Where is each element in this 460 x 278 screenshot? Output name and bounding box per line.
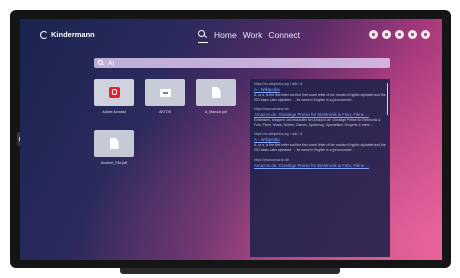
file-thumb	[94, 79, 134, 106]
file-thumb	[196, 79, 236, 106]
settings-icon[interactable]	[421, 30, 430, 39]
acrobat-icon	[108, 87, 120, 98]
document-icon	[211, 87, 221, 98]
result-title[interactable]: Amazon.de: Günstige Preise für Elektroni…	[254, 112, 386, 117]
result-item[interactable]: https://www.amazon.de Amazon.de: Günstig…	[250, 107, 390, 127]
tab-home[interactable]: Home	[214, 30, 237, 40]
file-thumb	[145, 79, 185, 106]
status-icons	[369, 30, 430, 39]
info-icon[interactable]	[395, 30, 404, 39]
result-url: https://www.amazon.de	[254, 157, 290, 162]
app-icon	[159, 88, 171, 97]
result-url: https://en.wikipedia.org › wiki › A	[254, 132, 303, 137]
main-nav: Home Work Connect	[198, 30, 300, 44]
display-stand	[120, 268, 340, 274]
kindermann-logo-icon	[40, 30, 48, 39]
result-item[interactable]: https://en.wikipedia.org › wiki › A A - …	[250, 132, 390, 152]
result-snippet: Entdecken, shoppen und einkaufen bei Ama…	[254, 118, 381, 127]
result-snippet: A, or a, is the first letter and the fir…	[254, 93, 386, 102]
brand-name: Kindermann	[51, 30, 95, 39]
search-icon[interactable]	[198, 30, 208, 44]
result-snippet: A, or a, is the first letter and the fir…	[254, 143, 386, 152]
file-label: Another_File.pdf	[100, 161, 128, 165]
screen: Kindermann Home Work Connect A| Adobe Ac…	[20, 19, 442, 260]
file-tile[interactable]: Adobe Acrobat	[94, 79, 134, 114]
file-tile[interactable]: A_Manual.pdf	[196, 79, 236, 114]
result-title[interactable]: Amazon.de: Günstige Preise für Elektroni…	[254, 163, 386, 168]
power-icon[interactable]	[369, 30, 378, 39]
file-thumb	[94, 130, 134, 157]
search-value: A|	[108, 59, 115, 67]
result-url: https://en.wikipedia.org › wiki › A	[254, 82, 303, 86]
document-icon	[109, 138, 119, 149]
brand: Kindermann	[40, 30, 95, 39]
result-url: https://www.amazon.de	[254, 107, 290, 112]
file-label: A_Manual.pdf	[204, 110, 228, 114]
results-scrollbar[interactable]	[386, 83, 388, 115]
user-icon[interactable]	[382, 30, 391, 39]
result-title[interactable]: A - Wikipedia	[254, 87, 386, 92]
result-item[interactable]: https://en.wikipedia.org › wiki › A A - …	[250, 82, 390, 102]
search-icon	[98, 60, 104, 66]
search-input[interactable]: A|	[94, 58, 390, 68]
tab-work[interactable]: Work	[243, 30, 263, 40]
file-tile[interactable]: AKTOS	[145, 79, 185, 114]
top-bar: Kindermann Home Work Connect	[20, 19, 442, 53]
file-label: Adobe Acrobat	[102, 110, 126, 114]
web-results-panel[interactable]: https://en.wikipedia.org › wiki › A A - …	[250, 79, 390, 257]
result-item[interactable]: https://www.amazon.de Amazon.de: Günstig…	[250, 158, 390, 168]
file-tile[interactable]: Another_File.pdf	[94, 130, 134, 165]
result-title[interactable]: A - Wikipedia	[254, 137, 386, 142]
active-tab-indicator	[198, 42, 208, 44]
notification-icon[interactable]	[408, 30, 417, 39]
tab-connect[interactable]: Connect	[268, 30, 300, 40]
file-label: AKTOS	[158, 110, 172, 114]
